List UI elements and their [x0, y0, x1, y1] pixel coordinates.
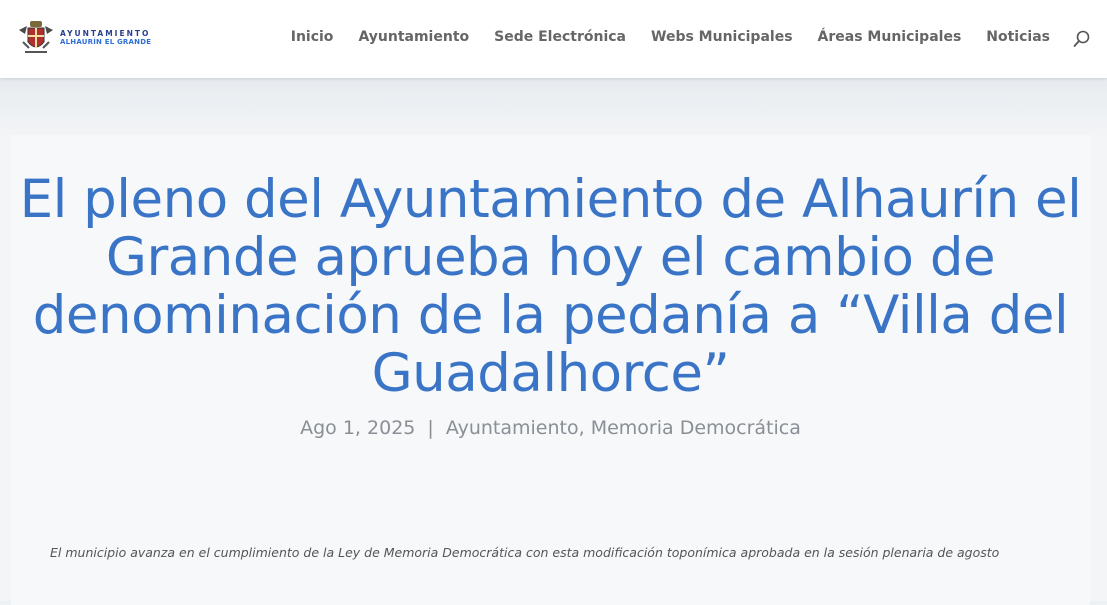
nav-item-areas-municipales[interactable]: Áreas Municipales	[818, 29, 962, 45]
site-logo[interactable]: AYUNTAMIENTO ALHAURÍN EL GRANDE	[17, 18, 151, 58]
category-separator: ,	[578, 417, 591, 439]
nav-item-noticias[interactable]: Noticias	[986, 29, 1050, 45]
article-excerpt: El municipio avanza en el cumplimiento d…	[50, 545, 1000, 560]
nav-item-sede-electronica[interactable]: Sede Electrónica	[494, 29, 626, 45]
site-header: AYUNTAMIENTO ALHAURÍN EL GRANDE Inicio A…	[0, 0, 1107, 78]
main-nav: Inicio Ayuntamiento Sede Electrónica Web…	[266, 29, 1050, 45]
nav-item-inicio[interactable]: Inicio	[291, 29, 334, 45]
article-card: El pleno del Ayuntamiento de Alhaurín el…	[11, 135, 1090, 605]
article-date: Ago 1, 2025	[300, 417, 416, 439]
search-icon[interactable]	[1073, 30, 1090, 48]
coat-of-arms-icon	[19, 21, 53, 53]
logo-line-2: ALHAURÍN EL GRANDE	[60, 38, 152, 46]
category-link-memoria-democratica[interactable]: Memoria Democrática	[591, 417, 801, 439]
nav-item-webs-municipales[interactable]: Webs Municipales	[651, 29, 793, 45]
nav-item-ayuntamiento[interactable]: Ayuntamiento	[358, 29, 469, 45]
meta-separator: |	[427, 417, 434, 439]
article-title: El pleno del Ayuntamiento de Alhaurín el…	[19, 169, 1082, 404]
article-meta: Ago 1, 2025 | Ayuntamiento, Memoria Demo…	[11, 417, 1090, 439]
category-link-ayuntamiento[interactable]: Ayuntamiento	[446, 417, 579, 439]
logo-line-1: AYUNTAMIENTO	[60, 29, 151, 38]
